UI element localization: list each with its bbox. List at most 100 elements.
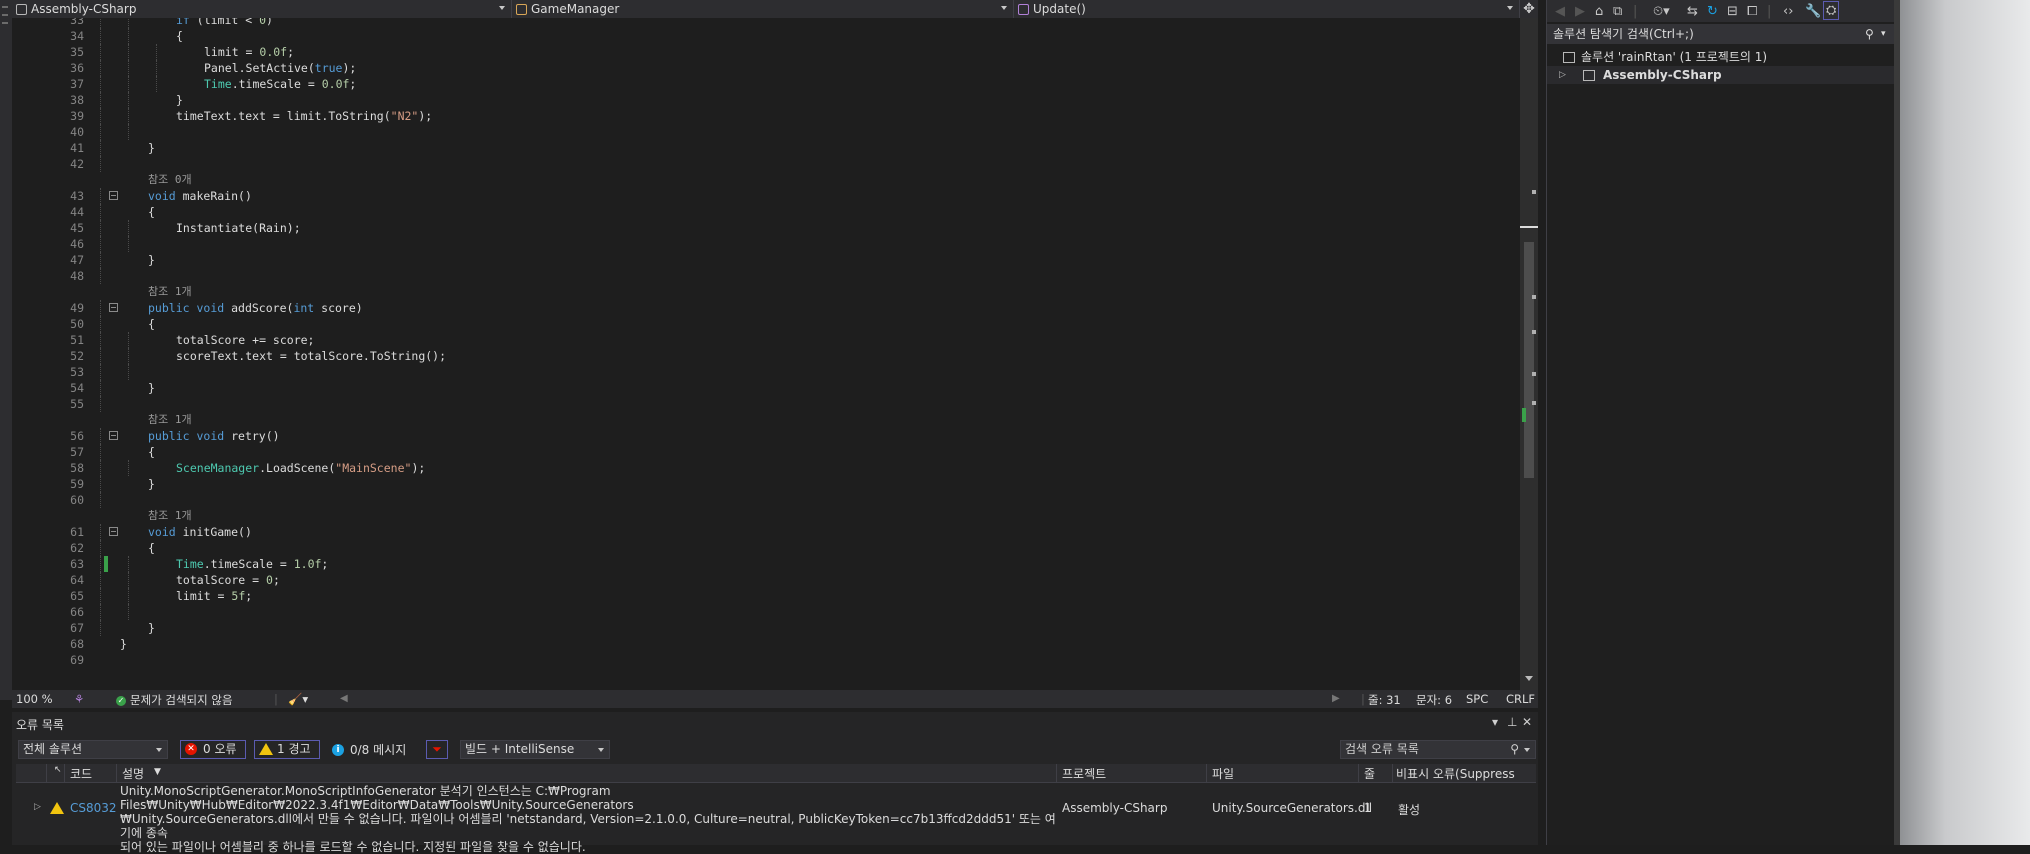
back-icon[interactable]: ◀ xyxy=(1555,4,1565,19)
editor-vertical-scrollbar[interactable] xyxy=(1520,18,1538,690)
panel-menu-icon[interactable]: ▾ xyxy=(1492,715,1498,729)
code-line[interactable]: 53 xyxy=(12,364,1520,380)
code-line[interactable]: 61 void initGame() xyxy=(12,524,1520,540)
code-line[interactable]: 52 scoreText.text = totalScore.ToString()… xyxy=(12,348,1520,364)
code-line[interactable]: 54} xyxy=(12,380,1520,396)
code-editor[interactable]: 33 if (limit < 0) 34 {35 limit = 0.0f; 36 Pane… xyxy=(12,18,1520,690)
solution-node[interactable]: 솔루션 'rainRtan' (1 프로젝트의 1) xyxy=(1563,48,1767,66)
code-line[interactable]: 35 limit = 0.0f; xyxy=(12,44,1520,60)
scope-dropdown[interactable]: 전체 솔루션 xyxy=(18,740,168,759)
collapse-toggle-icon[interactable] xyxy=(109,527,118,536)
scrollbar-thumb[interactable] xyxy=(1524,242,1534,478)
forward-icon[interactable]: ▶ xyxy=(1575,4,1585,19)
codelens-references[interactable]: 참조 1개 xyxy=(148,412,192,428)
code-line[interactable]: 33 if (limit < 0) xyxy=(12,18,1520,28)
scroll-left-arrow-icon[interactable]: ◀ xyxy=(340,693,348,704)
code-line[interactable]: 36 Panel.SetActive(true); xyxy=(12,60,1520,76)
collapse-toggle-icon[interactable] xyxy=(109,431,118,440)
collapse-toggle-icon[interactable] xyxy=(109,303,118,312)
home-icon[interactable]: ⌂ xyxy=(1595,4,1603,19)
code-line[interactable]: 42 xyxy=(12,156,1520,172)
refresh-icon[interactable]: ↻ xyxy=(1707,4,1718,19)
code-line[interactable]: 59} xyxy=(12,476,1520,492)
chevron-down-icon[interactable]: ▾ xyxy=(1881,24,1886,44)
sync-icon[interactable]: ⇆ xyxy=(1687,4,1698,19)
reference-count-hint[interactable]: 참조 1개 xyxy=(12,412,1520,428)
code-line[interactable]: 41} xyxy=(12,140,1520,156)
codelens-references[interactable]: 참조 0개 xyxy=(148,172,192,188)
code-line[interactable]: 39 timeText.text = limit.ToString("N2"); xyxy=(12,108,1520,124)
code-line[interactable]: 44 { xyxy=(12,204,1520,220)
code-line[interactable]: 65 limit = 5f; xyxy=(12,588,1520,604)
messages-filter-button[interactable]: i 0/8 메시지 xyxy=(332,742,406,758)
whitespace-indicator[interactable]: SPC xyxy=(1466,692,1488,706)
code-line[interactable]: 47} xyxy=(12,252,1520,268)
code-line[interactable]: 46 xyxy=(12,236,1520,252)
column-project[interactable]: 프로젝트 xyxy=(1062,765,1106,782)
column-file[interactable]: 파일 xyxy=(1212,765,1234,782)
view-code-icon[interactable]: ‹› xyxy=(1783,4,1793,19)
code-line[interactable]: 55 xyxy=(12,396,1520,412)
codelens-references[interactable]: 참조 1개 xyxy=(148,508,192,524)
code-line[interactable]: 40 xyxy=(12,124,1520,140)
code-line[interactable]: 60 xyxy=(12,492,1520,508)
health-indicator[interactable]: ✓ 문제가 검색되지 않음 xyxy=(116,692,233,708)
expand-column-icon[interactable]: ↖ xyxy=(54,765,62,775)
reference-count-hint[interactable]: 참조 0개 xyxy=(12,172,1520,188)
project-node[interactable]: ▷ Assembly-CSharp xyxy=(1547,66,1895,84)
show-all-files-icon[interactable]: ⧠ xyxy=(1747,4,1757,19)
table-row[interactable]: ▷ CS8032 Unity.MonoScriptGenerator.MonoS… xyxy=(16,784,1536,854)
error-search-box[interactable]: 검색 오류 목록 ⚲ xyxy=(1340,740,1536,759)
column-description[interactable]: 설명 xyxy=(122,765,144,782)
code-line[interactable]: 62 { xyxy=(12,540,1520,556)
column-line[interactable]: 줄 xyxy=(1364,765,1375,782)
pending-changes-icon[interactable]: ⏲▾ xyxy=(1653,4,1670,19)
error-code-link[interactable]: CS8032 xyxy=(70,801,117,815)
code-line[interactable]: 49 public void addScore(int score) xyxy=(12,300,1520,316)
code-line[interactable]: 38} xyxy=(12,92,1520,108)
code-line[interactable]: 67} xyxy=(12,620,1520,636)
intellicode-icon[interactable]: ⚘ xyxy=(74,692,84,706)
code-line[interactable]: 69 xyxy=(12,652,1520,668)
codelens-references[interactable]: 참조 1개 xyxy=(148,284,192,300)
warnings-filter-button[interactable]: 1 경고 xyxy=(254,740,320,759)
properties-wrench-icon[interactable]: 🔧 xyxy=(1805,4,1821,19)
char-indicator[interactable]: 문자: 6 xyxy=(1416,692,1452,708)
code-line[interactable]: 34 { xyxy=(12,28,1520,44)
code-line[interactable]: 57 { xyxy=(12,444,1520,460)
code-line[interactable]: 50 { xyxy=(12,316,1520,332)
code-line[interactable]: 37 Time.timeScale = 0.0f; xyxy=(12,76,1520,92)
code-line[interactable]: 66 xyxy=(12,604,1520,620)
close-icon[interactable]: ✕ xyxy=(1522,715,1532,729)
project-dropdown[interactable]: Assembly-CSharp xyxy=(12,0,512,18)
column-suppress[interactable]: 비표시 오류(Suppress xyxy=(1396,765,1515,782)
pin-icon[interactable]: ⊥ xyxy=(1507,715,1517,729)
line-ending-indicator[interactable]: CRLF xyxy=(1506,692,1535,706)
line-indicator[interactable]: 줄: 31 xyxy=(1368,692,1401,708)
member-dropdown[interactable]: Update() xyxy=(1014,0,1520,18)
filter-icon[interactable]: ⏷ xyxy=(426,740,448,759)
code-line[interactable]: 68} xyxy=(12,636,1520,652)
collapse-all-icon[interactable]: ⊟ xyxy=(1727,4,1738,19)
code-line[interactable]: 56 public void retry() xyxy=(12,428,1520,444)
zoom-level[interactable]: 100 % xyxy=(16,692,53,706)
expand-arrow-icon[interactable]: ▷ xyxy=(1559,66,1566,84)
column-code[interactable]: 코드 xyxy=(70,765,92,782)
scroll-down-arrow-icon[interactable] xyxy=(1525,676,1533,681)
code-line[interactable]: 58 SceneManager.LoadScene("MainScene"); xyxy=(12,460,1520,476)
code-line[interactable]: 64 totalScore = 0; xyxy=(12,572,1520,588)
expand-row-icon[interactable]: ▷ xyxy=(34,802,41,812)
code-line[interactable]: 63 Time.timeScale = 1.0f; xyxy=(12,556,1520,572)
split-editor-button[interactable]: ✥ xyxy=(1520,0,1538,18)
reference-count-hint[interactable]: 참조 1개 xyxy=(12,284,1520,300)
collapse-toggle-icon[interactable] xyxy=(109,191,118,200)
code-line[interactable]: 51 totalScore += score; xyxy=(12,332,1520,348)
reference-count-hint[interactable]: 참조 1개 xyxy=(12,508,1520,524)
build-filter-dropdown[interactable]: 빌드 + IntelliSense xyxy=(460,740,610,759)
scroll-right-arrow-icon[interactable]: ▶ xyxy=(1332,693,1340,704)
errors-filter-button[interactable]: ✕ 0 오류 xyxy=(180,740,246,759)
class-dropdown[interactable]: GameManager xyxy=(512,0,1014,18)
switch-views-icon[interactable]: ⧉ xyxy=(1613,4,1622,19)
code-cleanup-icon[interactable]: 🧹▾ xyxy=(288,692,308,706)
code-line[interactable]: 43 void makeRain() xyxy=(12,188,1520,204)
